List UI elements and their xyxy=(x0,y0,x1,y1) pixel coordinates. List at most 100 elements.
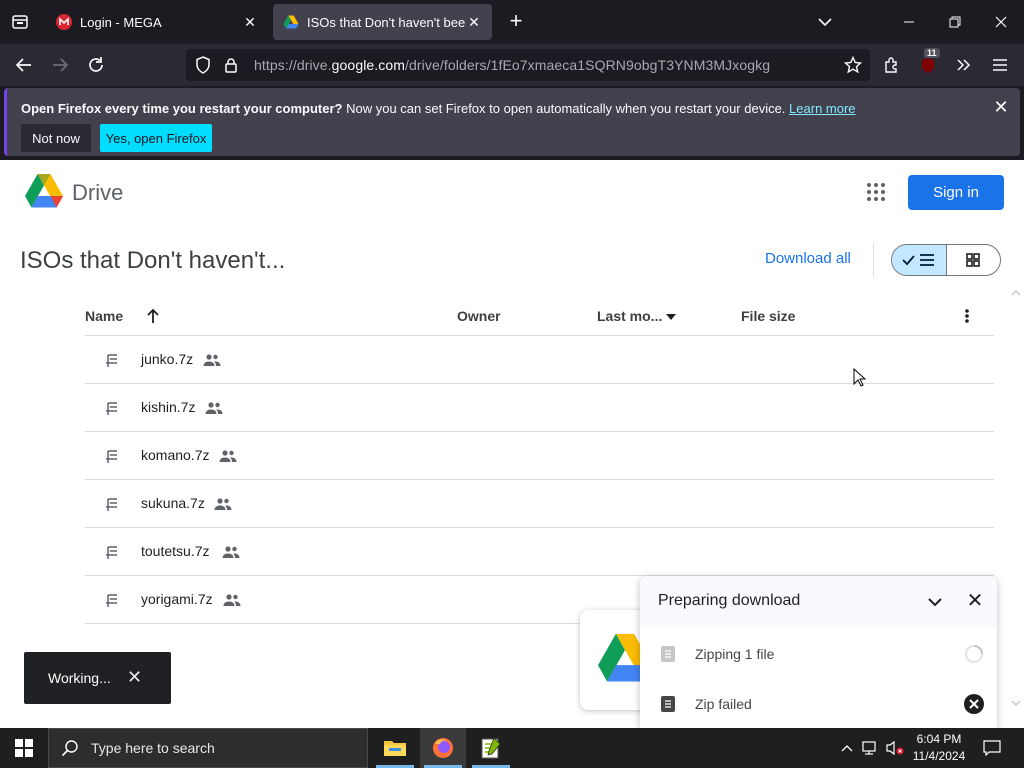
download-item: Zip failed xyxy=(640,679,997,728)
windows-taskbar: Type here to search 6:04 PM 11/4/2024 xyxy=(0,728,1024,768)
error-x-circle-icon xyxy=(964,694,984,714)
list-view-button[interactable] xyxy=(892,245,947,275)
tab-drive-folder[interactable]: ISOs that Don't haven't been up ✕ xyxy=(273,4,492,40)
more-options-vertical-icon[interactable] xyxy=(960,307,974,325)
collapse-chevron-icon[interactable] xyxy=(925,592,945,612)
sort-dropdown-caret-icon[interactable] xyxy=(665,313,677,321)
column-header-owner[interactable]: Owner xyxy=(457,308,501,324)
archive-file-icon xyxy=(106,450,117,463)
back-arrow-icon[interactable] xyxy=(10,52,38,78)
toolbar-divider xyxy=(873,243,874,277)
file-row[interactable]: toutetsu.7z xyxy=(85,528,994,576)
tab-title: ISOs that Don't haven't been up xyxy=(307,14,466,30)
file-name: junko.7z xyxy=(141,351,194,367)
notepad-plus-plus-icon[interactable] xyxy=(468,728,514,768)
close-panel-icon[interactable]: ✕ xyxy=(964,590,986,612)
browser-tab-strip: Login - MEGA ✕ ISOs that Don't haven't b… xyxy=(0,0,1024,44)
not-now-button[interactable]: Not now xyxy=(21,124,91,152)
network-icon[interactable] xyxy=(860,728,882,768)
tab-title: Login - MEGA xyxy=(80,14,162,30)
sort-ascending-arrow-icon[interactable] xyxy=(146,308,160,324)
new-tab-icon[interactable]: + xyxy=(504,10,528,34)
view-toggle xyxy=(891,244,1001,276)
close-window-icon[interactable] xyxy=(986,10,1016,34)
file-row[interactable]: sukuna.7z xyxy=(85,480,994,528)
show-hidden-icons-chevron-icon[interactable] xyxy=(838,728,856,768)
google-apps-grid-icon[interactable] xyxy=(864,180,888,204)
url-bar[interactable]: https://drive.google.com/drive/folders/1… xyxy=(186,49,870,81)
download-panel-header: Preparing download ✕ xyxy=(640,576,997,628)
file-name: yorigami.7z xyxy=(141,591,213,607)
shared-people-icon xyxy=(205,402,223,414)
learn-more-link[interactable]: Learn more xyxy=(789,101,855,116)
close-tab-icon[interactable]: ✕ xyxy=(466,14,482,31)
shared-people-icon xyxy=(222,546,240,558)
shared-people-icon xyxy=(203,354,221,366)
archive-file-icon xyxy=(106,594,117,607)
windows-start-icon[interactable] xyxy=(0,728,48,768)
grid-icon xyxy=(966,253,981,267)
url-text: https://drive.google.com/drive/folders/1… xyxy=(254,57,771,73)
ublock-origin-icon[interactable]: 11 xyxy=(914,48,942,78)
download-panel-title: Preparing download xyxy=(658,592,801,609)
reload-icon[interactable] xyxy=(82,52,110,78)
close-tab-icon[interactable]: ✕ xyxy=(242,14,258,31)
clock-date: 11/4/2024 xyxy=(912,749,966,763)
extensions-puzzle-icon[interactable] xyxy=(878,52,906,78)
column-header-last-modified[interactable]: Last mo... xyxy=(597,308,662,324)
dismiss-snackbar-icon[interactable]: ✕ xyxy=(127,667,142,688)
archive-file-icon xyxy=(106,354,117,367)
file-row[interactable]: komano.7z xyxy=(85,432,994,480)
zip-file-icon xyxy=(661,646,675,662)
drive-brand-label[interactable]: Drive xyxy=(72,180,123,206)
list-all-tabs-chevron-icon[interactable] xyxy=(814,12,836,32)
shared-people-icon xyxy=(223,594,241,606)
yes-open-firefox-button[interactable]: Yes, open Firefox xyxy=(100,124,212,152)
checked-list-icon xyxy=(902,254,934,266)
taskbar-search-box[interactable]: Type here to search xyxy=(48,728,368,768)
sign-in-button[interactable]: Sign in xyxy=(908,175,1004,210)
navigation-toolbar: https://drive.google.com/drive/folders/1… xyxy=(0,44,1024,86)
file-name: sukuna.7z xyxy=(141,495,205,511)
grid-view-button[interactable] xyxy=(947,245,1001,275)
scroll-up-arrow-icon[interactable] xyxy=(1010,288,1022,298)
file-name: kishin.7z xyxy=(141,399,196,415)
file-explorer-icon[interactable] xyxy=(372,728,418,768)
notifications-icon[interactable] xyxy=(980,728,1004,768)
minimize-icon[interactable] xyxy=(894,10,924,34)
column-header-file-size[interactable]: File size xyxy=(741,308,795,324)
firefox-view-icon[interactable] xyxy=(8,10,32,34)
download-all-button[interactable]: Download all xyxy=(765,250,851,267)
shared-people-icon xyxy=(219,450,237,462)
download-item-text: Zip failed xyxy=(695,696,752,712)
more-tools-chevrons-icon[interactable] xyxy=(950,52,978,78)
google-drive-logo-icon[interactable] xyxy=(25,174,63,208)
firefox-taskbar-icon[interactable] xyxy=(420,728,466,768)
download-item-text: Zipping 1 file xyxy=(695,646,775,662)
mouse-pointer-icon xyxy=(853,368,867,387)
column-header-name[interactable]: Name xyxy=(85,308,123,324)
zip-file-icon xyxy=(661,696,675,712)
forward-arrow-icon[interactable] xyxy=(46,52,74,78)
archive-file-icon xyxy=(106,546,117,559)
tracking-protection-shield-icon[interactable] xyxy=(192,54,214,76)
snackbar-text: Working... xyxy=(48,670,111,686)
search-placeholder: Type here to search xyxy=(91,740,215,756)
download-progress-panel: Preparing download ✕ Zipping 1 file Zip … xyxy=(640,576,997,728)
bookmark-star-icon[interactable] xyxy=(839,52,867,78)
file-row[interactable]: kishin.7z xyxy=(85,384,994,432)
tab-mega-login[interactable]: Login - MEGA ✕ xyxy=(46,4,268,40)
restore-icon[interactable] xyxy=(940,10,970,34)
close-notification-icon[interactable]: ✕ xyxy=(991,98,1011,118)
google-drive-favicon-icon xyxy=(283,14,299,30)
notification-message: Open Firefox every time you restart your… xyxy=(21,101,856,116)
scroll-down-arrow-icon[interactable] xyxy=(1010,698,1022,708)
file-name: toutetsu.7z xyxy=(141,543,210,559)
volume-muted-icon[interactable] xyxy=(884,728,906,768)
lock-icon[interactable] xyxy=(220,54,242,76)
clock-time: 6:04 PM xyxy=(916,732,962,746)
loading-spinner-icon xyxy=(965,645,983,663)
system-clock[interactable]: 6:04 PM 11/4/2024 xyxy=(906,731,972,765)
working-snackbar: Working... ✕ xyxy=(24,652,171,704)
hamburger-menu-icon[interactable] xyxy=(986,52,1014,78)
